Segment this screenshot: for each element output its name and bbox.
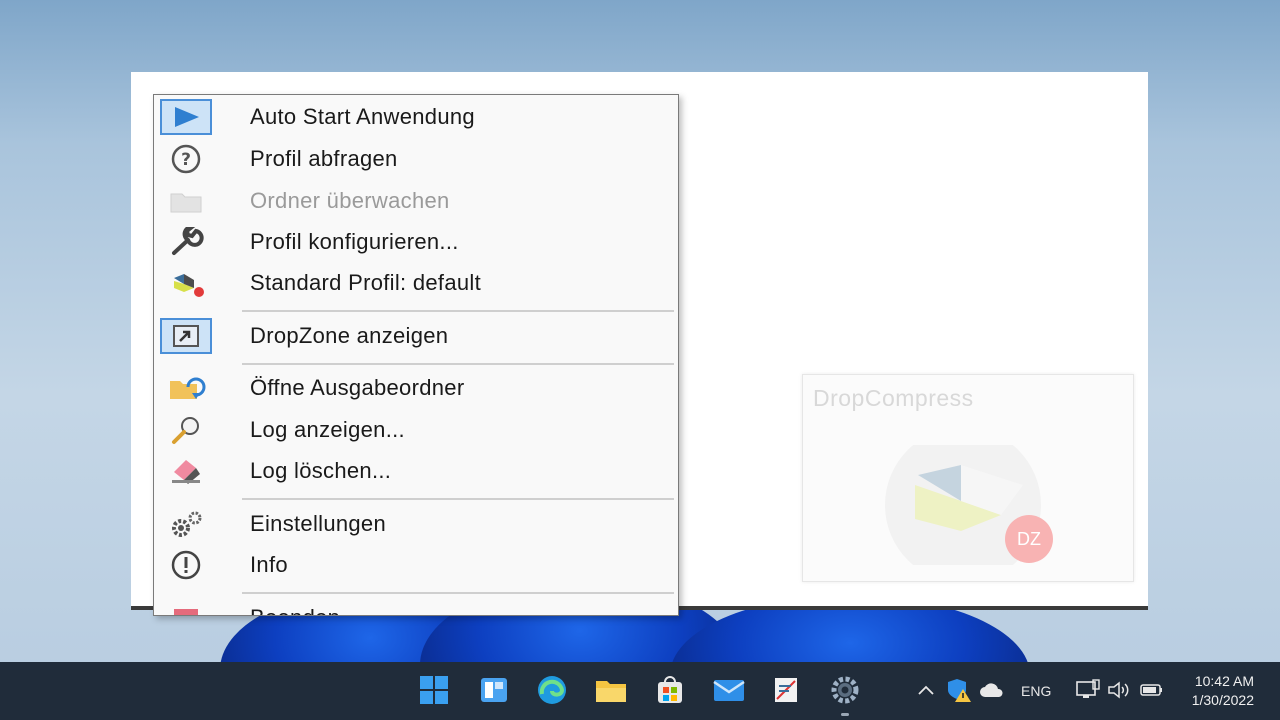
security-warning-icon[interactable] (944, 672, 974, 708)
menu-separator (242, 592, 674, 594)
dropcompress-app-icon[interactable] (768, 672, 804, 708)
menu-item-label: Info (250, 552, 288, 577)
settings-icon[interactable] (827, 672, 863, 708)
window-arrow-icon (160, 318, 212, 354)
windows-start-icon[interactable] (416, 672, 452, 708)
menu-item-log-loeschen[interactable]: Log löschen... (154, 451, 678, 491)
menu-item-standard-profil[interactable]: Standard Profil: default (154, 263, 678, 303)
dropzone-badge: DZ (1017, 529, 1041, 549)
widgets-icon[interactable] (476, 672, 512, 708)
context-menu: Auto Start Anwendung ? Profil abfragen O… (153, 94, 679, 616)
eraser-icon (160, 453, 212, 489)
folder-icon (160, 183, 212, 219)
menu-item-beenden[interactable]: Beenden (154, 598, 678, 615)
menu-item-label: Profil abfragen (250, 146, 398, 171)
exclamation-icon (160, 547, 212, 583)
menu-item-dropzone-anzeigen[interactable]: DropZone anzeigen (154, 316, 678, 356)
menu-item-auto-start[interactable]: Auto Start Anwendung (154, 97, 678, 137)
menu-separator (242, 363, 674, 365)
menu-item-label: Profil konfigurieren... (250, 229, 459, 254)
battery-icon[interactable] (1137, 672, 1167, 708)
menu-item-label: Einstellungen (250, 511, 386, 536)
menu-item-label: Standard Profil: default (250, 270, 482, 295)
gears-icon (160, 506, 212, 542)
chevron-up-icon[interactable] (912, 672, 940, 708)
menu-item-ordner-ueberwachen[interactable]: Ordner überwachen (154, 181, 678, 221)
menu-item-label: Ordner überwachen (250, 188, 450, 213)
clock-time: 10:42 AM (1194, 673, 1254, 689)
menu-item-label: Log löschen... (250, 458, 392, 483)
open-folder-icon (160, 370, 212, 406)
menu-item-info[interactable]: Info (154, 545, 678, 585)
menu-item-label: DropZone anzeigen (250, 323, 449, 348)
clock[interactable]: 10:42 AM 1/30/2022 (1192, 672, 1254, 710)
menu-separator (242, 310, 674, 312)
menu-item-label: Beenden (250, 605, 340, 615)
network-icon[interactable] (1072, 672, 1102, 708)
play-icon (160, 99, 212, 135)
clock-date: 1/30/2022 (1191, 692, 1254, 708)
taskbar: ENG 10:42 AM 1/30/2022 (0, 662, 1280, 720)
menu-separator (242, 498, 674, 500)
edge-icon[interactable] (534, 672, 570, 708)
magnifier-icon (160, 412, 212, 448)
menu-item-log-anzeigen[interactable]: Log anzeigen... (154, 410, 678, 450)
svg-text:?: ? (181, 150, 191, 170)
volume-icon[interactable] (1104, 672, 1134, 708)
menu-item-profil-konfigurieren[interactable]: Profil konfigurieren... (154, 222, 678, 262)
question-icon: ? (160, 141, 212, 177)
profile-logo-icon (160, 265, 212, 301)
dropzone-title: DropCompress (813, 385, 974, 411)
menu-item-einstellungen[interactable]: Einstellungen (154, 504, 678, 544)
file-explorer-icon[interactable] (593, 672, 629, 708)
wrench-icon (160, 224, 212, 260)
store-icon[interactable] (652, 672, 688, 708)
mail-icon[interactable] (711, 672, 747, 708)
dropzone-widget[interactable]: DropCompress DZ (802, 374, 1134, 582)
cloud-icon[interactable] (977, 672, 1007, 708)
menu-item-oeffne-ausgabeordner[interactable]: Öffne Ausgabeordner (154, 368, 678, 408)
exit-icon (160, 600, 212, 615)
menu-item-label: Log anzeigen... (250, 417, 405, 442)
menu-item-profil-abfragen[interactable]: ? Profil abfragen (154, 139, 678, 179)
menu-item-label: Auto Start Anwendung (250, 104, 475, 129)
active-app-indicator (841, 713, 849, 716)
language-indicator[interactable]: ENG (1021, 683, 1051, 699)
menu-item-label: Öffne Ausgabeordner (250, 375, 465, 400)
